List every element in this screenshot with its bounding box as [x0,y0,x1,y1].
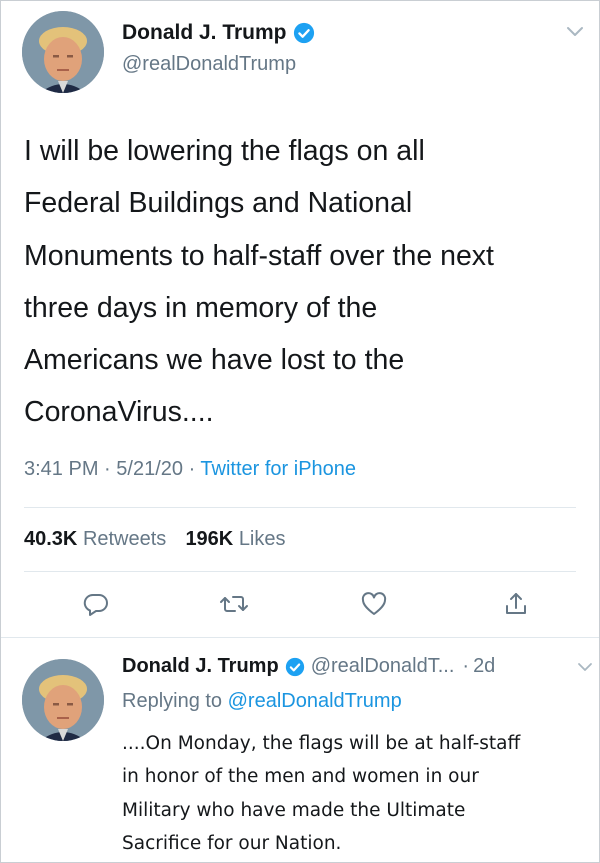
tweet-meta: 3:41 PM · 5/21/20 · Twitter for iPhone [24,458,356,481]
reply-text-line: Sacrifice for our Nation. [122,833,342,855]
reply-avatar[interactable] [22,659,104,741]
retweets-stat[interactable]: 40.3K Retweets [24,528,172,550]
tweet-text: I will be lowering the flags on all Fede… [24,125,584,439]
tweet-stats: 40.3K Retweets 196K Likes [24,528,286,551]
reply-author-name[interactable]: Donald J. Trump [122,655,279,678]
likes-count: 196K [185,528,234,550]
chevron-down-icon[interactable] [577,661,593,673]
reply-author-handle[interactable]: @realDonaldT... [311,655,455,678]
divider [24,571,576,572]
avatar[interactable] [22,11,104,93]
reply-text-line: in honor of the men and women in our [122,766,479,788]
tweet-text-line: Federal Buildings and National [24,187,413,220]
replying-prefix: Replying to [122,690,223,712]
meta-separator: · [462,655,470,677]
tweet-text-line: I will be lowering the flags on all [24,135,425,167]
tweet-source-link[interactable]: Twitter for iPhone [200,458,356,480]
meta-separator: · [104,458,117,480]
likes-label: Likes [238,528,286,550]
author-handle[interactable]: @realDonaldTrump [122,53,296,76]
retweets-label: Retweets [82,528,167,550]
reply-header: Donald J. Trump @realDonaldT... · 2d [122,655,495,678]
tweet-actions [1,586,599,626]
replying-handle-link[interactable]: @realDonaldTrump [228,690,402,712]
reply-text-line: Military who have made the Ultimate [122,799,466,821]
reply-icon [83,593,108,616]
tweet-text-line: CoronaVirus.... [24,396,214,429]
reply-button[interactable] [78,586,114,622]
tweet-screenshot: Donald J. Trump @realDonaldTrump I will … [0,0,600,863]
chevron-down-icon[interactable] [565,25,585,39]
tweet-text-line: three days in memory of the [24,291,378,324]
tweet-text-line: Americans we have lost to the [24,344,405,377]
replying-to: Replying to @realDonaldTrump [122,690,402,713]
tweet-time[interactable]: 3:41 PM [24,458,98,480]
retweet-button[interactable] [216,586,252,622]
reply-text: ....On Monday, the flags will be at half… [122,727,597,861]
reply-text-line: ....On Monday, the flags will be at half… [122,733,521,754]
tweet-date[interactable]: 5/21/20 [116,458,183,480]
tweet-separator [1,637,599,638]
heart-icon [361,592,387,615]
author-row: Donald J. Trump [122,21,315,45]
divider [24,507,576,508]
verified-badge-icon [293,22,314,44]
retweet-icon [220,596,248,612]
like-button[interactable] [356,586,392,622]
verified-badge-icon [285,657,304,676]
tweet-text-line: Monuments to half-staff over the next [24,239,494,272]
reply-age[interactable]: 2d [473,655,495,678]
likes-stat[interactable]: 196K Likes [185,528,285,550]
share-button[interactable] [498,586,534,622]
share-icon [506,593,526,614]
author-name[interactable]: Donald J. Trump [122,21,287,45]
retweets-count: 40.3K [24,528,78,550]
meta-separator: · [188,458,201,480]
